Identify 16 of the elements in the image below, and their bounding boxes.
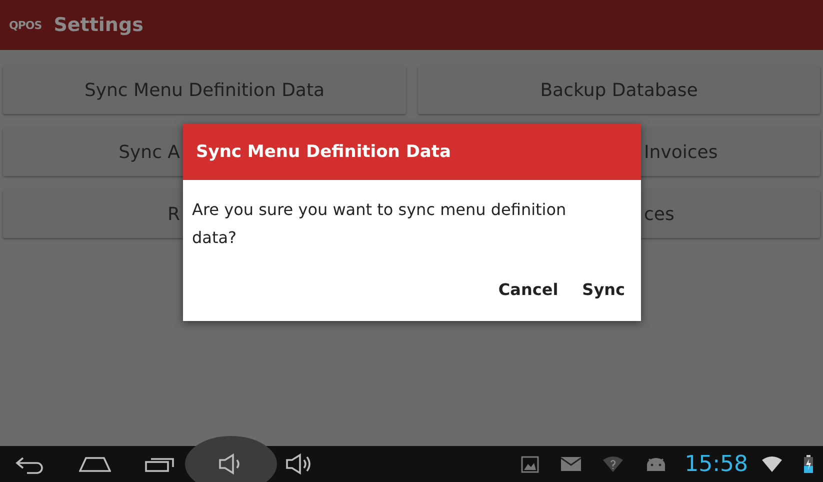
app-logo: QPOS xyxy=(9,18,42,32)
clock: 15:58 xyxy=(684,452,748,476)
dialog-button[interactable]: Cancel xyxy=(490,276,566,303)
dialog-button[interactable]: Sync xyxy=(574,276,633,303)
settings-button[interactable]: Sync Menu Definition Data xyxy=(3,66,406,114)
home-icon[interactable] xyxy=(79,456,111,472)
volume-up-icon[interactable] xyxy=(285,453,313,475)
android-icon xyxy=(644,457,667,471)
battery-charging-icon xyxy=(804,455,813,473)
wifi-question-icon xyxy=(602,456,623,472)
wifi-icon xyxy=(762,456,782,472)
image-icon xyxy=(520,456,539,472)
recent-apps-icon[interactable] xyxy=(145,456,175,472)
mail-icon xyxy=(560,457,581,471)
screen-title: Settings xyxy=(54,14,144,36)
settings-button[interactable]: Backup Database xyxy=(418,66,820,114)
